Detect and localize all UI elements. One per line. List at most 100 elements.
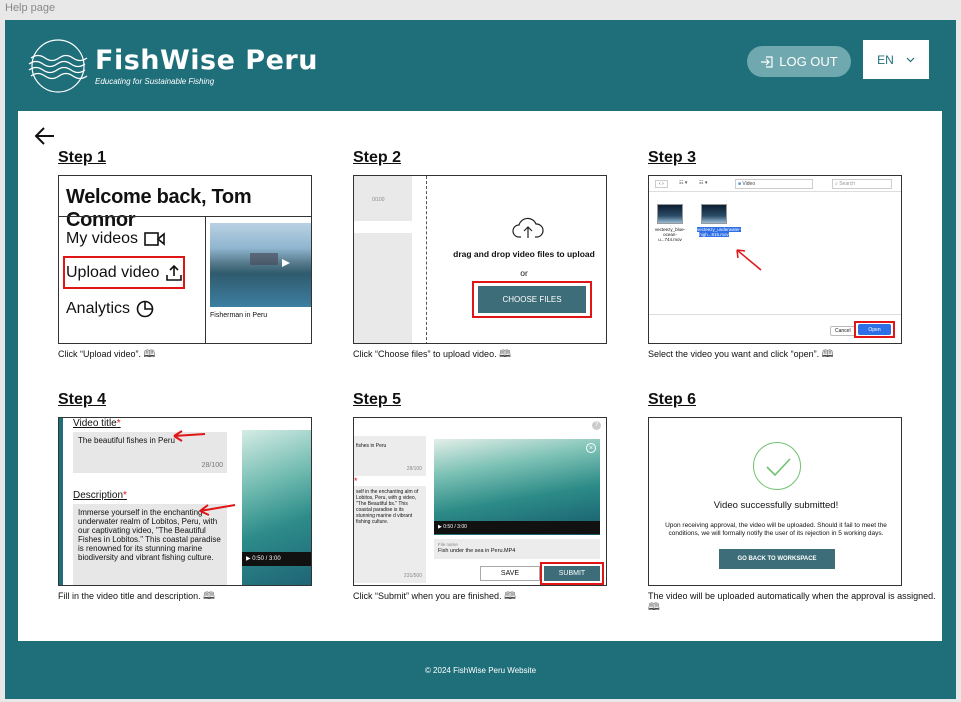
video-thumbnail <box>210 223 311 307</box>
step-3-title: Step 3 <box>648 149 697 166</box>
video-title-label: Video title* <box>73 418 121 429</box>
menu-analytics: Analytics <box>66 300 154 318</box>
logout-label: LOG OUT <box>779 54 838 69</box>
success-description: Upon receiving approval, the video will … <box>665 522 887 537</box>
folder-icon: ■ <box>738 181 742 187</box>
step-5: Step 5 fishes in Peru 28/100 * self in t… <box>353 391 607 602</box>
book-icon: 🕮 <box>203 591 215 602</box>
or-text: or <box>520 268 528 278</box>
step-2-caption: Click “Choose files” to upload video. 🕮 <box>353 349 511 360</box>
title-counter: 28/100 <box>201 462 223 469</box>
book-icon: 🕮 <box>648 602 660 613</box>
success-check-icon <box>753 442 801 490</box>
menu-my-videos: My videos <box>66 230 166 248</box>
brand-tagline: Educating for Sustainable Fishing <box>95 77 215 86</box>
step-4-caption: Fill in the video title and description.… <box>58 591 215 602</box>
language-select[interactable]: EN <box>863 40 929 79</box>
divider <box>205 216 206 343</box>
highlight-box <box>854 321 895 338</box>
brand-logo[interactable]: FishWise Peru Educating for Sustainable … <box>27 38 318 94</box>
chevron-down-icon <box>906 57 915 62</box>
logout-button[interactable]: LOG OUT <box>747 46 851 77</box>
file-item-selected: vecteezy_underwater-high...815.mov <box>697 204 742 237</box>
logout-icon <box>761 55 773 68</box>
red-arrow-icon <box>736 249 762 271</box>
help-icon: ? <box>592 421 601 430</box>
step-3: Step 3 ‹ › ☷ ▾ ☷ ▾ ■ Video ⌕ Search vect… <box>648 149 902 360</box>
step-1-caption: Click “Upload video”. 🕮 <box>58 349 156 360</box>
step-5-caption: Click “Submit” when you are finished. 🕮 <box>353 591 516 602</box>
step-5-screenshot: fishes in Peru 28/100 * self in the ench… <box>353 417 607 586</box>
back-arrow-icon[interactable] <box>32 123 58 149</box>
file-name-field: File name Fish under the sea in Peru.MP4 <box>434 539 600 559</box>
nav-arrows-icon: ‹ › <box>655 180 668 188</box>
book-icon: 🕮 <box>143 349 156 360</box>
drag-drop-text: drag and drop video files to upload <box>453 249 595 259</box>
step-6-caption: The video will be uploaded automatically… <box>648 591 936 613</box>
red-arrow-icon <box>173 430 206 442</box>
play-icon: ▶ <box>246 556 251 562</box>
video-caption: Fisherman in Peru <box>210 312 268 319</box>
step-3-screenshot: ‹ › ☷ ▾ ☷ ▾ ■ Video ⌕ Search vecteezy_bl… <box>648 175 902 344</box>
highlight-box <box>63 256 185 289</box>
book-icon: 🕮 <box>821 349 834 360</box>
search-field: ⌕ Search <box>832 179 892 189</box>
file-item: vecteezy_blue-ocean-u...744.mov <box>653 204 687 242</box>
brand-name: FishWise Peru <box>95 45 318 76</box>
step-5-title: Step 5 <box>353 391 402 408</box>
dialog-footer <box>649 314 901 315</box>
footer-copyright: © 2024 FishWise Peru Website <box>424 666 537 675</box>
video-file-icon <box>701 204 727 224</box>
required-mark: * <box>354 476 358 486</box>
step-6-title: Step 6 <box>648 391 697 408</box>
play-icon: ▶ <box>438 524 442 530</box>
book-icon: 🕮 <box>504 591 516 602</box>
waves-logo-icon <box>28 39 88 93</box>
close-icon: × <box>586 443 596 453</box>
step-6: Step 6 Video successfully submitted! Upo… <box>648 391 942 613</box>
save-button: SAVE <box>480 566 540 581</box>
help-content: Step 1 Welcome back, Tom Connor My video… <box>18 111 942 641</box>
step-4-title: Step 4 <box>58 391 107 408</box>
search-icon: ⌕ <box>835 181 838 187</box>
folder-select: ■ Video <box>735 179 813 189</box>
pie-chart-icon <box>136 300 154 318</box>
title-preview: fishes in Peru 28/100 <box>354 436 426 476</box>
video-camera-icon <box>144 232 165 246</box>
description-preview: self in the enchanting alm of Lobitos, P… <box>354 486 426 583</box>
view-icon: ☷ ▾ <box>679 180 688 186</box>
highlight-box <box>472 281 592 318</box>
site-frame: FishWise Peru Educating for Sustainable … <box>5 20 956 699</box>
success-title: Video successfully submitted! <box>713 500 839 511</box>
char-counter: 0/100 <box>372 197 385 203</box>
video-controls: ▶ 0:50 / 3:00 <box>434 521 600 534</box>
red-arrow-icon <box>199 504 236 516</box>
step-2-screenshot: 0/100 drag and drop video files to uploa… <box>353 175 607 344</box>
step-1: Step 1 Welcome back, Tom Connor My video… <box>58 149 312 360</box>
cloud-upload-icon <box>512 217 544 238</box>
cancel-button: Cancel <box>830 326 856 336</box>
grid-icon: ☷ ▾ <box>699 180 708 186</box>
form-panel: 0/100 <box>354 176 412 343</box>
highlight-box <box>540 562 604 585</box>
video-file-icon <box>657 204 683 224</box>
book-icon: 🕮 <box>499 349 511 360</box>
description-label: Description* <box>73 490 127 501</box>
back-to-workspace-button: GO BACK TO WORKSPACE <box>719 549 835 569</box>
step-1-title: Step 1 <box>58 149 107 166</box>
file-dialog-toolbar: ‹ › ☷ ▾ ☷ ▾ ■ Video ⌕ Search <box>649 176 901 192</box>
step-4-screenshot: Video title* The beautiful fishes in Per… <box>58 417 312 586</box>
video-controls: ▶ 0:50 / 3:00 <box>242 552 311 566</box>
step-3-caption: Select the video you want and click “ope… <box>648 349 834 360</box>
accent-bar <box>59 418 63 585</box>
divider <box>59 216 311 217</box>
step-1-screenshot: Welcome back, Tom Connor My videos Uploa… <box>58 175 312 344</box>
dropzone-border <box>426 176 427 343</box>
language-value: EN <box>877 52 894 67</box>
step-2-title: Step 2 <box>353 149 402 166</box>
play-icon <box>250 253 290 267</box>
step-4: Step 4 Video title* The beautiful fishes… <box>58 391 312 602</box>
step-2: Step 2 0/100 drag and drop video files t… <box>353 149 607 360</box>
page-label: Help page <box>5 2 56 14</box>
step-6-screenshot: Video successfully submitted! Upon recei… <box>648 417 902 586</box>
